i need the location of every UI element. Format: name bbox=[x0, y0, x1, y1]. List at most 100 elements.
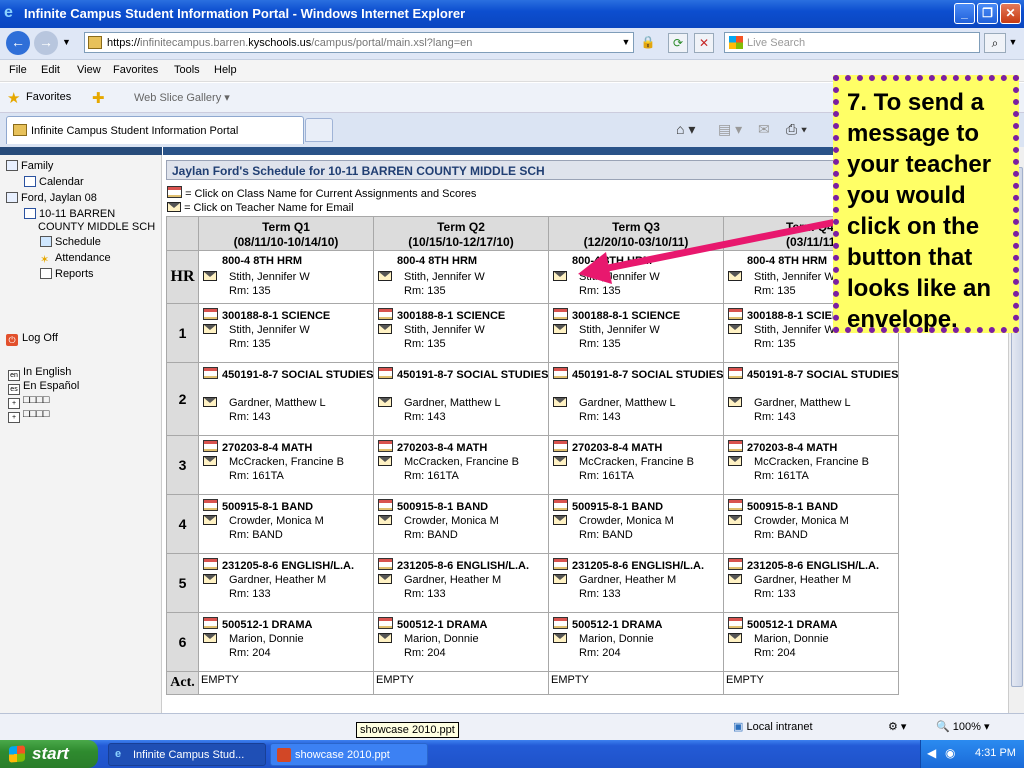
menu-tools[interactable]: Tools bbox=[174, 64, 200, 76]
class-name-link[interactable]: 500915-8-1 BAND bbox=[203, 499, 313, 513]
add-favorite-icon[interactable]: ✚ bbox=[92, 89, 105, 107]
menu-view[interactable]: View bbox=[77, 64, 101, 76]
lock-icon[interactable]: 🔒 bbox=[638, 33, 658, 53]
class-name-link[interactable]: 450191-8-7 SOCIAL STUDIES bbox=[728, 367, 898, 381]
menu-file[interactable]: File bbox=[9, 64, 27, 76]
teacher-name-link[interactable]: Stith, Jennifer W bbox=[579, 271, 660, 283]
teacher-name-link[interactable]: Gardner, Heather M bbox=[579, 574, 676, 586]
back-button[interactable]: ← bbox=[6, 31, 30, 55]
minimize-button[interactable]: _ bbox=[954, 3, 975, 24]
teacher-name-link[interactable]: Stith, Jennifer W bbox=[579, 324, 660, 336]
class-name-link[interactable]: 231205-8-6 ENGLISH/L.A. bbox=[728, 558, 879, 572]
home-icon[interactable]: ⌂ ▾ bbox=[676, 121, 695, 138]
search-input[interactable]: Live Search bbox=[724, 32, 980, 53]
class-name-link[interactable]: 450191-8-7 SOCIAL STUDIES bbox=[553, 367, 723, 381]
envelope-icon[interactable] bbox=[728, 397, 742, 407]
menu-edit[interactable]: Edit bbox=[41, 64, 60, 76]
favorites-button[interactable]: Favorites bbox=[26, 91, 71, 103]
teacher-name-link[interactable]: Gardner, Heather M bbox=[404, 574, 501, 586]
envelope-icon[interactable] bbox=[728, 633, 742, 643]
envelope-icon[interactable] bbox=[553, 271, 567, 281]
start-button[interactable]: start bbox=[0, 740, 98, 768]
class-name-link[interactable]: 800-4 8TH HRM bbox=[728, 255, 827, 267]
teacher-name-link[interactable]: McCracken, Francine B bbox=[754, 456, 869, 468]
teacher-name-link[interactable]: Gardner, Matthew L bbox=[404, 397, 501, 409]
envelope-icon[interactable] bbox=[553, 324, 567, 334]
envelope-icon[interactable] bbox=[203, 456, 217, 466]
sidebar-item-logoff[interactable]: ⏻ Log Off bbox=[6, 332, 58, 346]
envelope-icon[interactable] bbox=[728, 324, 742, 334]
tab-portal[interactable]: Infinite Campus Student Information Port… bbox=[6, 116, 304, 144]
restore-button[interactable]: ❐ bbox=[977, 3, 998, 24]
address-bar[interactable]: https://infinitecampus.barren.kyschools.… bbox=[84, 32, 634, 53]
class-name-link[interactable]: 231205-8-6 ENGLISH/L.A. bbox=[553, 558, 704, 572]
sidebar-item-family[interactable]: Family bbox=[6, 160, 53, 172]
teacher-name-link[interactable]: Marion, Donnie bbox=[754, 633, 829, 645]
teacher-name-link[interactable]: McCracken, Francine B bbox=[579, 456, 694, 468]
teacher-name-link[interactable]: Stith, Jennifer W bbox=[229, 324, 310, 336]
teacher-name-link[interactable]: McCracken, Francine B bbox=[404, 456, 519, 468]
teacher-name-link[interactable]: Stith, Jennifer W bbox=[404, 271, 485, 283]
class-name-link[interactable]: 500512-1 DRAMA bbox=[378, 617, 487, 631]
new-tab-button[interactable] bbox=[305, 118, 333, 142]
taskbar-item-ie[interactable]: e Infinite Campus Stud... bbox=[108, 743, 266, 766]
envelope-icon[interactable] bbox=[728, 515, 742, 525]
class-name-link[interactable]: 500915-8-1 BAND bbox=[378, 499, 488, 513]
envelope-icon[interactable] bbox=[553, 574, 567, 584]
class-name-link[interactable]: 270203-8-4 MATH bbox=[378, 440, 487, 454]
teacher-name-link[interactable]: Crowder, Monica M bbox=[404, 515, 499, 527]
teacher-name-link[interactable]: Stith, Jennifer W bbox=[754, 271, 835, 283]
history-dropdown-icon[interactable]: ▼ bbox=[62, 37, 71, 47]
feeds-icon[interactable]: ▤ ▾ bbox=[718, 121, 742, 138]
teacher-name-link[interactable]: Gardner, Matthew L bbox=[229, 397, 326, 409]
class-name-link[interactable]: 500512-1 DRAMA bbox=[553, 617, 662, 631]
refresh-icon[interactable]: ⟳ bbox=[668, 33, 688, 53]
envelope-icon[interactable] bbox=[203, 633, 217, 643]
sidebar-item-attendance[interactable]: ✶ Attendance bbox=[40, 252, 111, 266]
sidebar-item-schedule[interactable]: Schedule bbox=[40, 236, 101, 248]
protected-mode-icon[interactable]: ⚙ ▾ bbox=[888, 720, 906, 733]
envelope-icon[interactable] bbox=[378, 324, 392, 334]
envelope-icon[interactable] bbox=[553, 456, 567, 466]
teacher-name-link[interactable]: Crowder, Monica M bbox=[579, 515, 674, 527]
forward-button[interactable]: → bbox=[34, 31, 58, 55]
class-name-link[interactable]: 500915-8-1 BAND bbox=[728, 499, 838, 513]
stop-icon[interactable]: ✕ bbox=[694, 33, 714, 53]
teacher-name-link[interactable]: Crowder, Monica M bbox=[754, 515, 849, 527]
envelope-icon[interactable] bbox=[378, 633, 392, 643]
teacher-name-link[interactable]: Stith, Jennifer W bbox=[229, 271, 310, 283]
read-mail-icon[interactable]: ✉ bbox=[758, 121, 770, 138]
envelope-icon[interactable] bbox=[203, 574, 217, 584]
envelope-icon[interactable] bbox=[378, 574, 392, 584]
teacher-name-link[interactable]: McCracken, Francine B bbox=[229, 456, 344, 468]
class-name-link[interactable]: 270203-8-4 MATH bbox=[553, 440, 662, 454]
teacher-name-link[interactable]: Crowder, Monica M bbox=[229, 515, 324, 527]
class-name-link[interactable]: 500915-8-1 BAND bbox=[553, 499, 663, 513]
teacher-name-link[interactable]: Stith, Jennifer W bbox=[404, 324, 485, 336]
class-name-link[interactable]: 800-4 8TH HRM bbox=[378, 255, 477, 267]
teacher-name-link[interactable]: Stith, Jennifer W bbox=[754, 324, 835, 336]
envelope-icon[interactable] bbox=[553, 397, 567, 407]
sidebar-item-calendar[interactable]: Calendar bbox=[24, 176, 84, 188]
search-options-icon[interactable]: ▼ bbox=[1006, 33, 1020, 53]
class-name-link[interactable]: 270203-8-4 MATH bbox=[203, 440, 312, 454]
sidebar-item-reports[interactable]: Reports bbox=[40, 268, 94, 280]
favorites-star-icon[interactable]: ★ bbox=[7, 89, 20, 107]
network-icon[interactable]: ◉ bbox=[945, 746, 955, 760]
teacher-name-link[interactable]: Gardner, Matthew L bbox=[754, 397, 851, 409]
class-name-link[interactable]: 450191-8-7 SOCIAL STUDIES bbox=[378, 367, 548, 381]
envelope-icon[interactable] bbox=[378, 456, 392, 466]
teacher-name-link[interactable]: Gardner, Heather M bbox=[754, 574, 851, 586]
class-name-link[interactable]: 800-4 8TH HRM bbox=[203, 255, 302, 267]
class-name-link[interactable]: 450191-8-7 SOCIAL STUDIES bbox=[203, 367, 373, 381]
sidebar-item-lang-es[interactable]: es En Español bbox=[8, 380, 79, 395]
teacher-name-link[interactable]: Gardner, Matthew L bbox=[579, 397, 676, 409]
menu-help[interactable]: Help bbox=[214, 64, 237, 76]
envelope-icon[interactable] bbox=[203, 324, 217, 334]
class-name-link[interactable]: 300188-8-1 SCIENCE bbox=[378, 308, 505, 322]
teacher-name-link[interactable]: Marion, Donnie bbox=[404, 633, 479, 645]
tray-arrow-icon[interactable]: ◀ bbox=[927, 746, 936, 760]
class-name-link[interactable]: 800-4 8TH HRM bbox=[553, 255, 652, 267]
sidebar-item-student[interactable]: Ford, Jaylan 08 bbox=[6, 192, 97, 204]
envelope-icon[interactable] bbox=[728, 574, 742, 584]
